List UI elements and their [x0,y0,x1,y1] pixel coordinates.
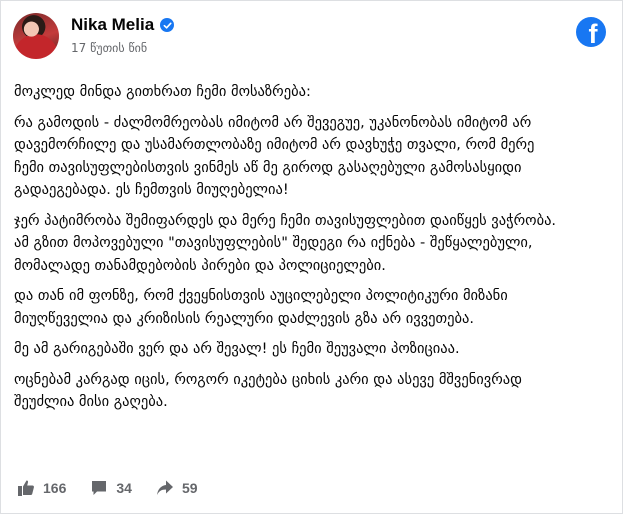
post-header: Nika Melia 17 წუთის წინ f [13,13,610,59]
author-avatar[interactable] [13,13,59,59]
author-row: Nika Melia [71,15,175,35]
like-stat[interactable]: 166 [17,479,66,497]
share-icon [156,479,174,497]
post-card: Nika Melia 17 წუთის წინ f მოკლედ მინდა გ… [0,0,623,514]
facebook-logo-icon[interactable]: f [576,17,606,47]
post-stats: 166 34 59 [17,479,222,497]
post-paragraph: მოკლედ მინდა გითხრათ ჩემი მოსაზრება: [14,84,311,100]
comment-stat[interactable]: 34 [90,479,132,497]
share-stat[interactable]: 59 [156,479,198,497]
comment-icon [90,479,108,497]
verified-badge-icon [160,18,175,32]
author-name[interactable]: Nika Melia [71,15,154,35]
like-icon [17,479,35,497]
share-count: 59 [181,480,198,496]
post-body: მოკლედ მინდა გითხრათ ჩემი მოსაზრება: რა … [14,81,566,422]
post-paragraph: ჯერ პატიმრობა შემიფარდეს და მერე ჩემი თა… [14,212,557,274]
post-paragraph: ოცნებამ კარგად იცის, როგორ იკეტება ციხის… [14,371,522,411]
like-count: 166 [43,480,67,496]
post-paragraph: მე ამ გარიგებაში ვერ და არ შევალ! ეს ჩემ… [14,341,460,357]
post-paragraph: და თან იმ ფონზე, რომ ქვეყნისთვის აუცილებ… [14,288,508,327]
post-timestamp[interactable]: 17 წუთის წინ [71,41,147,55]
post-paragraph: რა გამოდის - ძალმომრეობას იმიტომ არ შევე… [14,114,535,199]
comment-count: 34 [116,480,132,496]
